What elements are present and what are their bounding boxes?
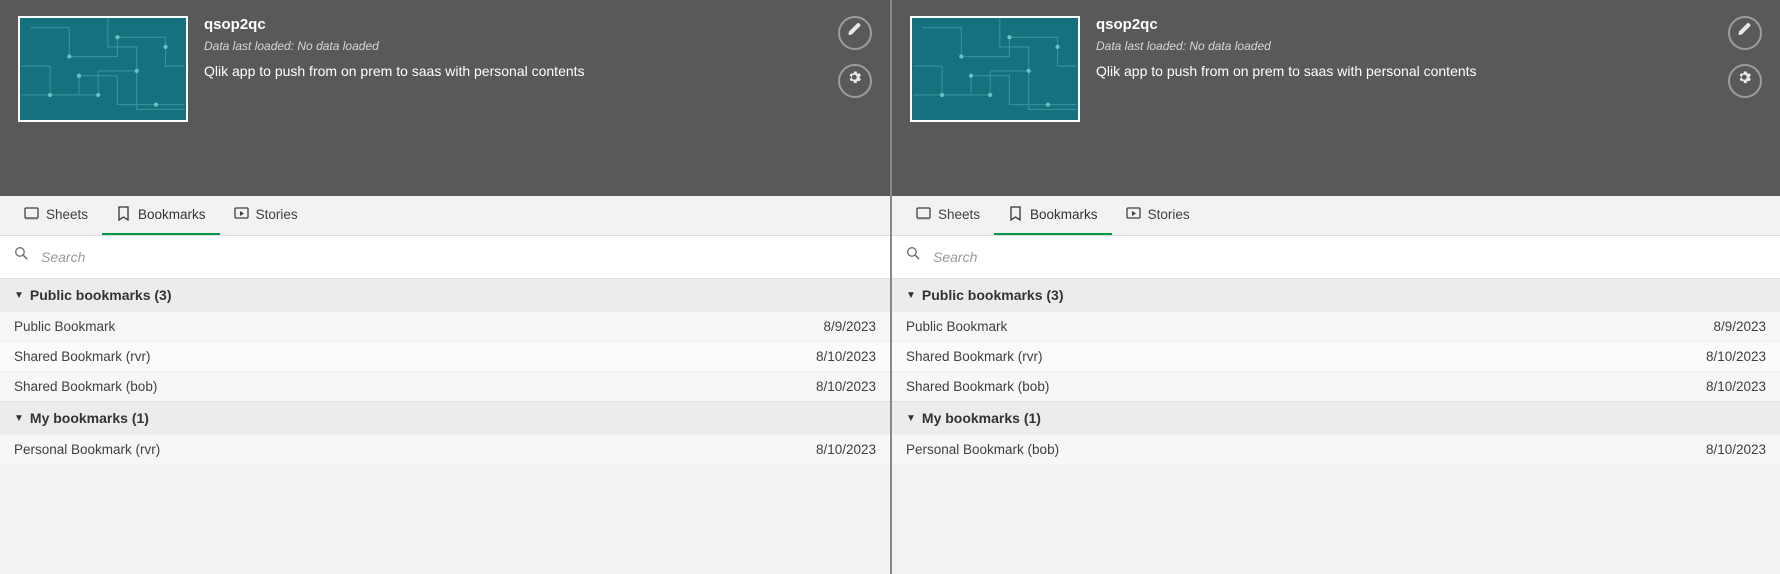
public-bookmarks-header[interactable]: ▼ Public bookmarks (3) [892, 278, 1780, 311]
public-bookmarks-list: Public Bookmark 8/9/2023 Shared Bookmark (… [0, 311, 890, 401]
bookmark-name: Shared Bookmark (bob) [14, 379, 157, 394]
edit-button[interactable] [838, 16, 872, 50]
bookmark-name: Personal Bookmark (bob) [906, 442, 1059, 457]
settings-button[interactable] [1728, 64, 1762, 98]
sheets-icon [24, 206, 39, 224]
bookmark-name: Shared Bookmark (rvr) [14, 349, 151, 364]
bookmark-row[interactable]: Shared Bookmark (bob) 8/10/2023 [0, 371, 890, 401]
section-title: My bookmarks (1) [922, 410, 1041, 426]
search-bar [0, 236, 890, 278]
public-bookmarks-header[interactable]: ▼ Public bookmarks (3) [0, 278, 890, 311]
bookmark-date: 8/10/2023 [816, 349, 876, 364]
tab-label: Bookmarks [138, 207, 206, 222]
search-input[interactable] [41, 249, 876, 265]
tab-label: Stories [1148, 207, 1190, 222]
sheets-icon [916, 206, 931, 224]
bookmark-row[interactable]: Shared Bookmark (rvr) 8/10/2023 [892, 341, 1780, 371]
section-title: Public bookmarks (3) [922, 287, 1064, 303]
bookmark-row[interactable]: Shared Bookmark (rvr) 8/10/2023 [0, 341, 890, 371]
tab-stories[interactable]: Stories [1112, 196, 1204, 235]
app-header: qsop2qc Data last loaded: No data loaded Q… [892, 0, 1780, 196]
section-title: Public bookmarks (3) [30, 287, 172, 303]
bookmark-date: 8/10/2023 [1706, 379, 1766, 394]
bookmark-name: Personal Bookmark (rvr) [14, 442, 160, 457]
search-icon [14, 246, 31, 268]
chevron-down-icon: ▼ [906, 290, 916, 301]
tab-bar: Sheets Bookmarks Stories [892, 196, 1780, 236]
tab-bar: Sheets Bookmarks Stories [0, 196, 890, 236]
chevron-down-icon: ▼ [14, 290, 24, 301]
app-title: qsop2qc [1096, 16, 1728, 33]
tab-sheets[interactable]: Sheets [10, 196, 102, 235]
settings-button[interactable] [838, 64, 872, 98]
bookmark-name: Shared Bookmark (bob) [906, 379, 1049, 394]
my-bookmarks-list: Personal Bookmark (bob) 8/10/2023 [892, 434, 1780, 464]
app-header: qsop2qc Data last loaded: No data loaded Q… [0, 0, 890, 196]
stories-icon [234, 206, 249, 224]
bookmark-date: 8/10/2023 [816, 442, 876, 457]
bookmark-icon [116, 206, 131, 224]
bookmark-name: Public Bookmark [906, 319, 1007, 334]
gear-icon [1737, 70, 1754, 92]
tab-label: Stories [256, 207, 298, 222]
app-description: Qlik app to push from on prem to saas wi… [1096, 63, 1728, 79]
tab-label: Sheets [938, 207, 980, 222]
app-thumbnail[interactable] [18, 16, 188, 122]
bookmark-row[interactable]: Shared Bookmark (bob) 8/10/2023 [892, 371, 1780, 401]
data-last-loaded-label: Data last loaded: No data loaded [204, 39, 838, 53]
stories-icon [1126, 206, 1141, 224]
pencil-icon [1737, 22, 1754, 44]
chevron-down-icon: ▼ [906, 413, 916, 424]
search-bar [892, 236, 1780, 278]
tab-bookmarks[interactable]: Bookmarks [994, 196, 1112, 235]
bookmark-date: 8/9/2023 [1713, 319, 1766, 334]
public-bookmarks-list: Public Bookmark 8/9/2023 Shared Bookmark (… [892, 311, 1780, 401]
my-bookmarks-list: Personal Bookmark (rvr) 8/10/2023 [0, 434, 890, 464]
bookmark-name: Shared Bookmark (rvr) [906, 349, 1043, 364]
tab-bookmarks[interactable]: Bookmarks [102, 196, 220, 235]
pencil-icon [847, 22, 864, 44]
tab-stories[interactable]: Stories [220, 196, 312, 235]
gear-icon [847, 70, 864, 92]
search-input[interactable] [933, 249, 1766, 265]
bookmark-row[interactable]: Personal Bookmark (bob) 8/10/2023 [892, 434, 1780, 464]
bookmark-date: 8/9/2023 [823, 319, 876, 334]
tab-label: Bookmarks [1030, 207, 1098, 222]
bookmark-date: 8/10/2023 [1706, 442, 1766, 457]
tab-label: Sheets [46, 207, 88, 222]
my-bookmarks-header[interactable]: ▼ My bookmarks (1) [0, 401, 890, 434]
bookmark-date: 8/10/2023 [1706, 349, 1766, 364]
bookmark-date: 8/10/2023 [816, 379, 876, 394]
bookmark-row[interactable]: Public Bookmark 8/9/2023 [0, 311, 890, 341]
bookmark-icon [1008, 206, 1023, 224]
app-title: qsop2qc [204, 16, 838, 33]
data-last-loaded-label: Data last loaded: No data loaded [1096, 39, 1728, 53]
chevron-down-icon: ▼ [14, 413, 24, 424]
tab-sheets[interactable]: Sheets [902, 196, 994, 235]
section-title: My bookmarks (1) [30, 410, 149, 426]
bookmark-row[interactable]: Public Bookmark 8/9/2023 [892, 311, 1780, 341]
edit-button[interactable] [1728, 16, 1762, 50]
bookmark-name: Public Bookmark [14, 319, 115, 334]
app-thumbnail[interactable] [910, 16, 1080, 122]
bookmark-row[interactable]: Personal Bookmark (rvr) 8/10/2023 [0, 434, 890, 464]
app-description: Qlik app to push from on prem to saas wi… [204, 63, 838, 79]
my-bookmarks-header[interactable]: ▼ My bookmarks (1) [892, 401, 1780, 434]
search-icon [906, 246, 923, 268]
